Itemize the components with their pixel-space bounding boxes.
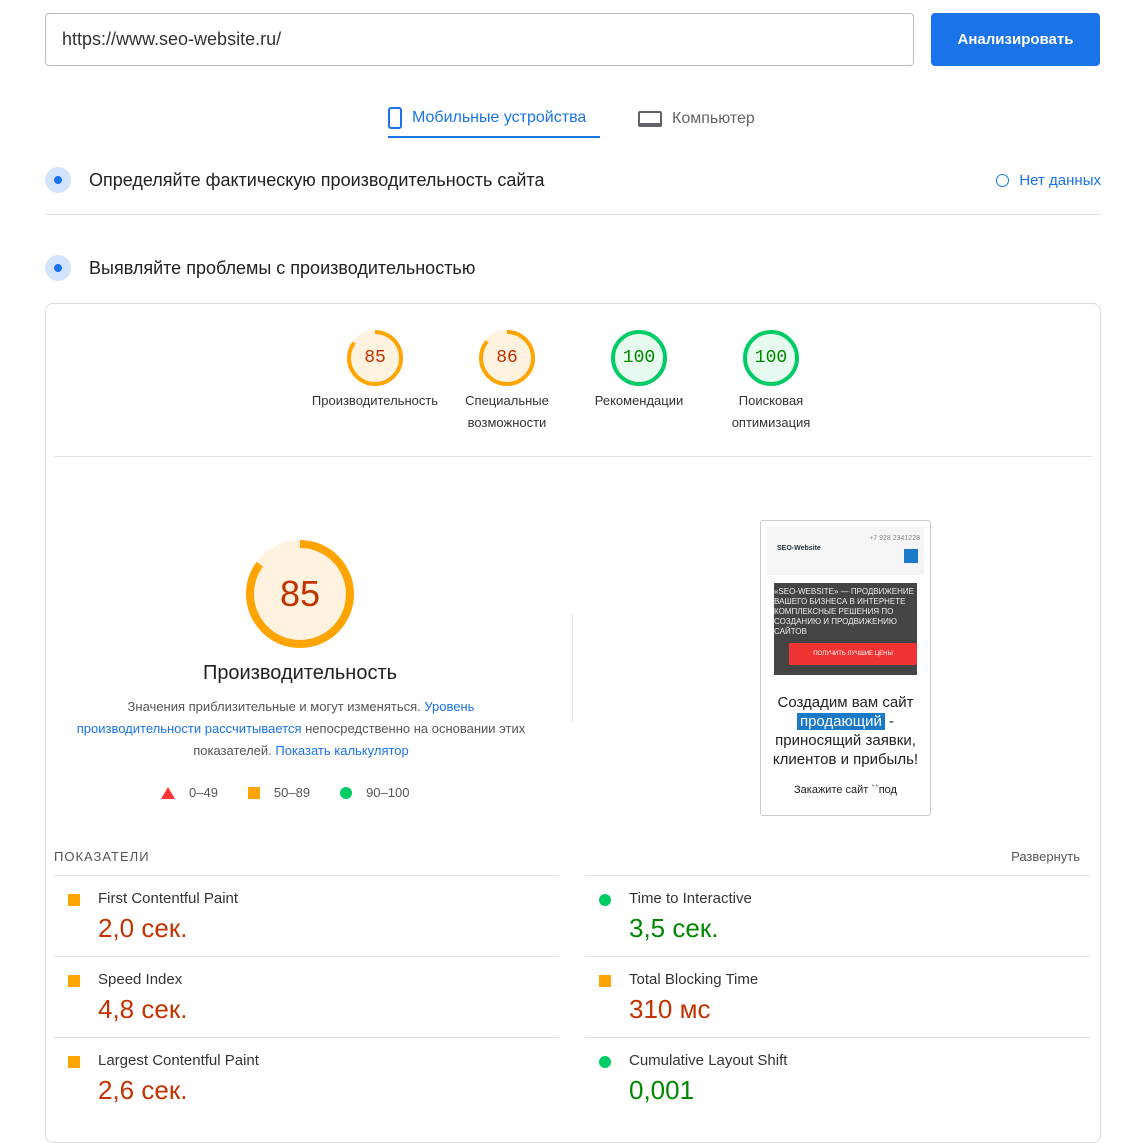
average-square-icon	[599, 975, 611, 987]
phone-icon	[388, 107, 402, 129]
laptop-icon	[638, 111, 662, 127]
average-square-icon	[247, 786, 260, 799]
show-calculator-link[interactable]: Показать калькулятор	[275, 743, 408, 758]
expand-toggle[interactable]: Развернуть	[1011, 849, 1080, 864]
category-gauge[interactable]: 86 Специальные возможности	[437, 330, 577, 434]
url-input[interactable]: https://www.seo-website.ru/	[45, 13, 914, 66]
site-logo: SEO-Website	[777, 545, 821, 552]
category-gauge[interactable]: 100 Поисковая оптимизация	[701, 330, 841, 434]
tab-label: Компьютер	[672, 110, 755, 127]
info-icon	[996, 173, 1010, 187]
metrics-header: ПОКАЗАТЕЛИ	[54, 849, 150, 864]
analyze-button[interactable]: Анализировать	[931, 13, 1100, 66]
tab-desktop[interactable]: Компьютер	[638, 100, 755, 138]
metric-item: Speed Index 4,8 сек.	[54, 956, 559, 1037]
metric-item: Total Blocking Time 310 мс	[585, 956, 1090, 1037]
section-title: Выявляйте проблемы с производительностью	[89, 257, 476, 278]
average-square-icon	[68, 1056, 80, 1068]
score-legend: 0–49 50–89 90–100	[161, 785, 409, 800]
pass-circle-icon	[599, 1056, 611, 1068]
main-score: 85	[279, 573, 321, 614]
page-screenshot: +7 928 2341228 SEO-Website «SEO-WEBSITE»…	[760, 520, 931, 816]
pass-circle-icon	[340, 786, 353, 799]
lab-data-section: Выявляйте проблемы с производительностью	[45, 255, 1101, 281]
menu-icon	[904, 549, 918, 563]
main-gauge-title: Производительность	[202, 662, 398, 684]
tab-label: Мобильные устройства	[412, 109, 587, 126]
no-data-link[interactable]: Нет данных	[996, 172, 1101, 189]
users-icon	[45, 167, 71, 193]
section-title: Определяйте фактическую производительнос…	[89, 169, 545, 190]
metric-item: First Contentful Paint 2,0 сек.	[54, 875, 559, 956]
average-square-icon	[68, 894, 80, 906]
category-gauge[interactable]: 85 Производительность	[305, 330, 445, 412]
main-gauge-desc: Значения приблизительные и могут изменят…	[76, 699, 526, 758]
average-square-icon	[68, 975, 80, 987]
main-gauge: 85	[246, 540, 354, 653]
metric-item: Time to Interactive 3,5 сек.	[585, 875, 1090, 956]
fail-triangle-icon	[161, 786, 175, 799]
metric-item: Largest Contentful Paint 2,6 сек.	[54, 1037, 559, 1118]
report-card: 85 Производительность 86 Специальные возмож…	[45, 303, 1101, 1143]
category-gauge[interactable]: 100 Рекомендации	[569, 330, 709, 412]
tab-mobile[interactable]: Мобильные устройства	[388, 100, 600, 138]
gauge-icon	[45, 255, 71, 281]
metric-item: Cumulative Layout Shift 0,001	[585, 1037, 1090, 1118]
field-data-section: Определяйте фактическую производительнос…	[45, 167, 1101, 193]
pass-circle-icon	[599, 894, 611, 906]
